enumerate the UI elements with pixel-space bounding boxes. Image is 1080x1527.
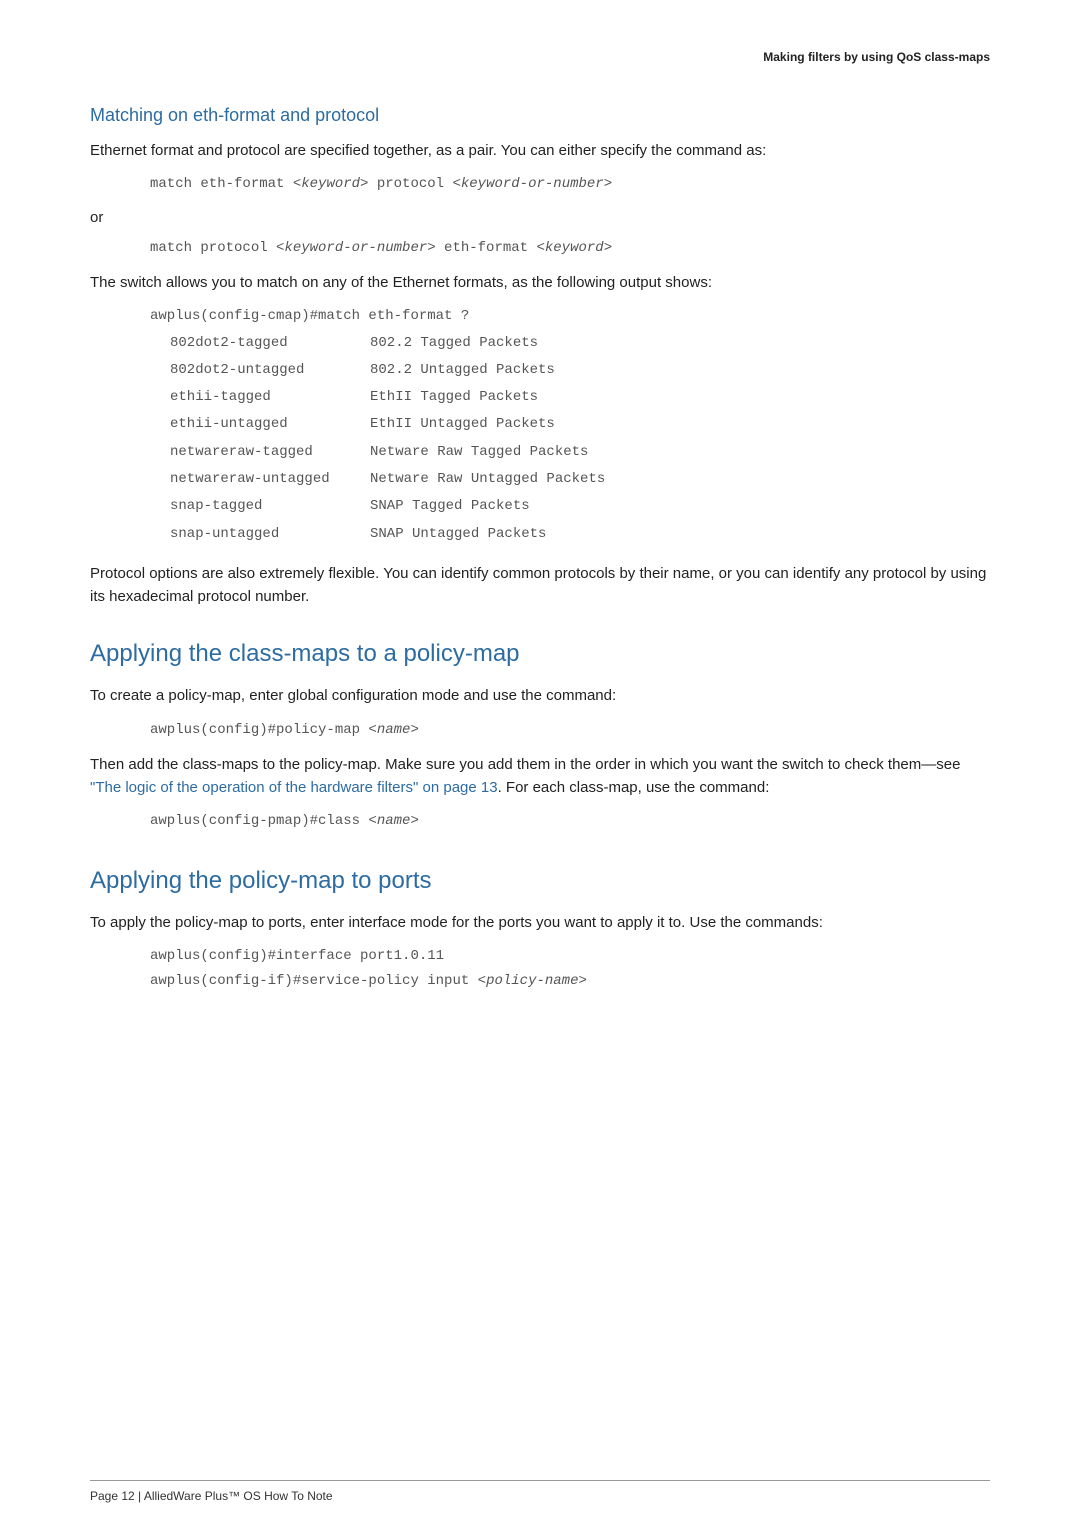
table-cell-right: EthII Untagged Packets [370, 411, 990, 438]
section1-code1: match eth-format <keyword> protocol <key… [150, 172, 990, 197]
code-text: > [410, 722, 418, 738]
section1-or: or [90, 207, 990, 230]
section3-heading: Applying the policy-map to ports [90, 863, 990, 899]
table-cell-right: 802.2 Tagged Packets [370, 330, 990, 357]
code-text: > [604, 176, 612, 192]
section2-code1: awplus(config)#policy-map <name> [150, 718, 990, 743]
table-cell-left: netwareraw-tagged [150, 439, 370, 466]
para-text: Then add the class-maps to the policy-ma… [90, 756, 960, 773]
section1-code2: match protocol <keyword-or-number> eth-f… [150, 236, 990, 261]
table-cell-right: Netware Raw Tagged Packets [370, 439, 990, 466]
cross-reference-link[interactable]: "The logic of the operation of the hardw… [90, 779, 498, 796]
code-text: > [604, 240, 612, 256]
table-cell-right: 802.2 Untagged Packets [370, 357, 990, 384]
table-header-row: awplus(config-cmap)#match eth-format ? [150, 304, 990, 329]
eth-format-table: awplus(config-cmap)#match eth-format ? 8… [150, 304, 990, 548]
code-text: match protocol < [150, 240, 284, 256]
table-cell-left: ethii-untagged [150, 411, 370, 438]
page-footer: Page 12 | AlliedWare Plus™ OS How To Not… [90, 1480, 990, 1505]
code-text: awplus(config-pmap)#class < [150, 813, 377, 829]
page-header-title: Making filters by using QoS class-maps [90, 48, 990, 66]
section2-para1: To create a policy-map, enter global con… [90, 684, 990, 707]
table-row: 802dot2-tagged 802.2 Tagged Packets [150, 330, 990, 357]
section2-heading: Applying the class-maps to a policy-map [90, 636, 990, 672]
code-keyword: keyword-or-number [461, 176, 604, 192]
code-text: awplus(config-if)#service-policy input < [150, 973, 486, 989]
code-keyword: policy-name [486, 973, 578, 989]
table-row: netwareraw-tagged Netware Raw Tagged Pac… [150, 439, 990, 466]
table-cell-left: netwareraw-untagged [150, 466, 370, 493]
code-text: awplus(config)#policy-map < [150, 722, 377, 738]
table-cell-right: SNAP Tagged Packets [370, 493, 990, 520]
table-cell-left: snap-untagged [150, 521, 370, 548]
table-cell-right: EthII Tagged Packets [370, 384, 990, 411]
section1-para2: The switch allows you to match on any of… [90, 271, 990, 294]
code-text: > [410, 813, 418, 829]
table-cell-right: SNAP Untagged Packets [370, 521, 990, 548]
para-text: . For each class-map, use the command: [498, 779, 770, 796]
table-cell-left: snap-tagged [150, 493, 370, 520]
section1-para1: Ethernet format and protocol are specifi… [90, 139, 990, 162]
code-keyword: keyword [301, 176, 360, 192]
code-text: > protocol < [360, 176, 461, 192]
code-keyword: name [377, 722, 411, 738]
code-keyword: keyword [545, 240, 604, 256]
section3-code-block: awplus(config)#interface port1.0.11 awpl… [150, 944, 990, 994]
code-line: awplus(config-if)#service-policy input <… [150, 969, 990, 994]
table-row: netwareraw-untagged Netware Raw Untagged… [150, 466, 990, 493]
table-row: 802dot2-untagged 802.2 Untagged Packets [150, 357, 990, 384]
section1-para3: Protocol options are also extremely flex… [90, 562, 990, 609]
section3-para1: To apply the policy-map to ports, enter … [90, 911, 990, 934]
section2-code2: awplus(config-pmap)#class <name> [150, 809, 990, 834]
code-text: > eth-format < [427, 240, 545, 256]
section2-para2: Then add the class-maps to the policy-ma… [90, 753, 990, 800]
code-text: > [578, 973, 586, 989]
table-cell-left: ethii-tagged [150, 384, 370, 411]
section1-heading: Matching on eth-format and protocol [90, 102, 990, 129]
table-cell-left: 802dot2-untagged [150, 357, 370, 384]
table-cell-left: 802dot2-tagged [150, 330, 370, 357]
table-row: snap-tagged SNAP Tagged Packets [150, 493, 990, 520]
code-keyword: name [377, 813, 411, 829]
table-cell-right: Netware Raw Untagged Packets [370, 466, 990, 493]
code-line: awplus(config)#interface port1.0.11 [150, 944, 990, 969]
table-row: ethii-tagged EthII Tagged Packets [150, 384, 990, 411]
code-keyword: keyword-or-number [284, 240, 427, 256]
code-text: match eth-format < [150, 176, 301, 192]
table-row: snap-untagged SNAP Untagged Packets [150, 521, 990, 548]
table-row: ethii-untagged EthII Untagged Packets [150, 411, 990, 438]
